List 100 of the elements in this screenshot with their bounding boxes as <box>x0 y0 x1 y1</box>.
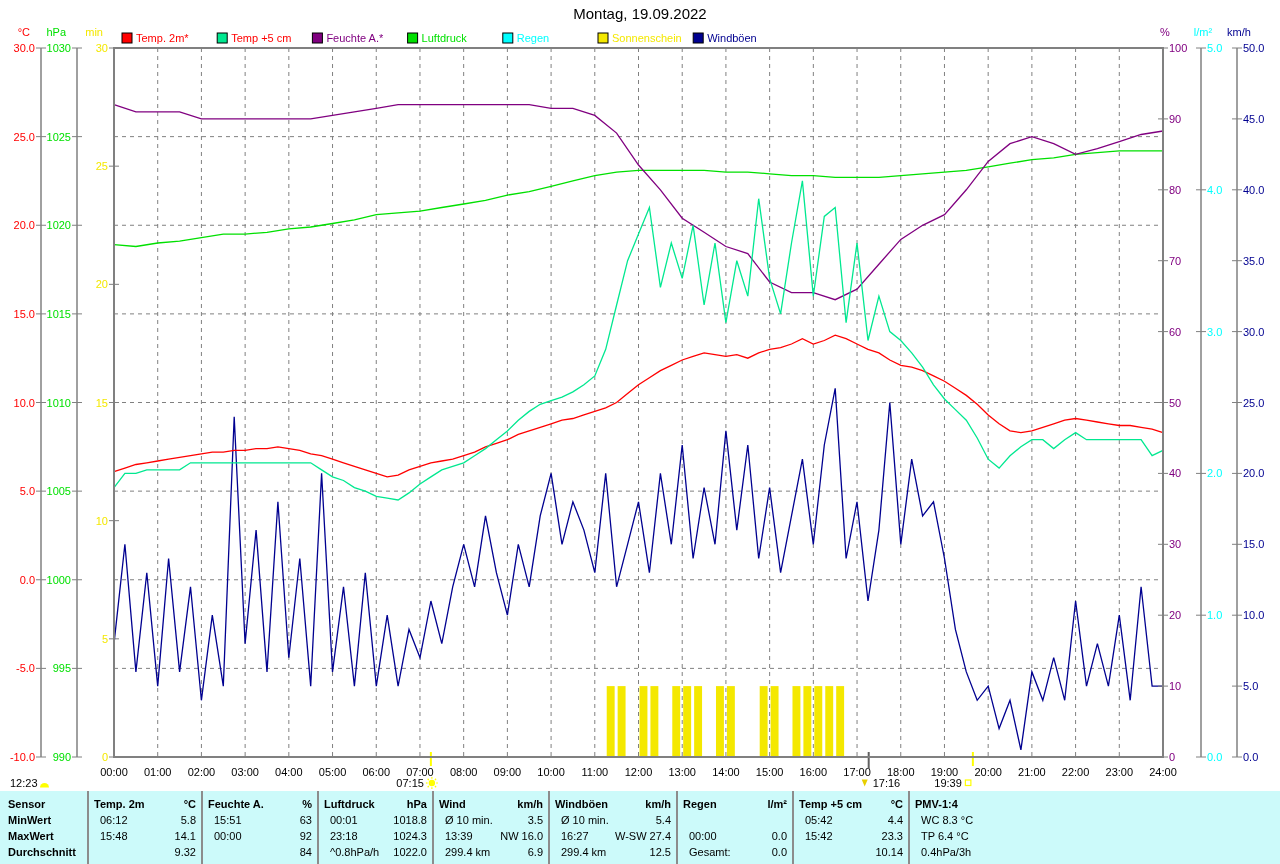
table-cell-text: 6.9 <box>527 845 543 860</box>
axis-tick-label: 5.0 <box>19 485 35 498</box>
axis-tick-label: 60 <box>1169 325 1182 338</box>
axis-tick-label: 50.0 <box>1243 42 1265 54</box>
table-cell-text: 0.0 <box>771 845 787 860</box>
axis-tick-label: 17:00 <box>843 766 871 778</box>
day-length-label: 12:23 <box>10 777 38 789</box>
row-label: Durchschnitt <box>8 845 76 860</box>
row-label: MaxWert <box>8 829 54 844</box>
table-cell-text: 23:18 <box>330 829 358 844</box>
time-label: 17:16 <box>872 777 901 789</box>
axis-tick-label: 100 <box>1169 42 1188 54</box>
axis-tick-label: 40.0 <box>1243 183 1265 196</box>
axis-unit-label: hPa <box>46 28 66 38</box>
axis-tick-label: 80 <box>1169 183 1182 196</box>
table-cell-text: 299.4 km <box>445 845 491 860</box>
table-cell-text: 05:42 <box>805 813 833 828</box>
table-cell-text: 15:48 <box>100 829 128 844</box>
table-cell-text: 10.14 <box>875 845 903 860</box>
table-cell-text: 12.5 <box>649 845 671 860</box>
legend-label: Regen <box>516 32 550 44</box>
unit-label: l/m² <box>767 797 787 812</box>
legend-label: Sonnenschein <box>612 32 682 44</box>
table-cell-text: 4.4 <box>887 813 903 828</box>
table-cell-text: 00:01 <box>330 813 358 828</box>
axis-unit-label: km/h <box>1227 28 1251 38</box>
table-cell-text: 5.4 <box>655 813 671 828</box>
axis-tick-label: 50 <box>1169 396 1182 409</box>
table-cell-text: 84 <box>299 845 312 860</box>
axis-tick-label: 18:00 <box>887 766 915 778</box>
axis-tick-label: 16:00 <box>799 766 828 778</box>
axis-tick-label: 20.0 <box>1243 467 1265 480</box>
table-cell-text: 9.32 <box>174 845 196 860</box>
column-header: Feuchte A. <box>208 797 264 812</box>
unit-label: % <box>302 797 312 812</box>
axis-tick-label: 11:00 <box>581 766 609 778</box>
triangle-down-icon <box>861 779 868 787</box>
column-header: Sensor <box>8 797 46 812</box>
axis-tick-label: 09:00 <box>493 766 522 778</box>
axis-tick-label: 12:00 <box>624 766 653 778</box>
table-cell-text: 00:00 <box>689 829 717 844</box>
table-cell-text: 1022.0 <box>393 845 427 860</box>
axis-unit-label: % <box>1160 28 1170 38</box>
axis-tick-label: 13:00 <box>668 766 696 778</box>
table-cell-text: 1018.8 <box>393 813 427 828</box>
axis-tick-label: -10.0 <box>9 751 35 763</box>
axis-tick-label: 06:00 <box>362 766 390 778</box>
legend-label: Temp. 2m* <box>136 32 189 44</box>
legend-label: Feuchte A.* <box>326 32 384 44</box>
column-header: Windböen <box>555 797 609 812</box>
table-cell-text: 1024.3 <box>393 829 427 844</box>
axis-tick-label: 21:00 <box>1018 766 1046 778</box>
table-cell-text: 16:27 <box>561 829 589 844</box>
axis-tick-label: 1020 <box>46 219 71 232</box>
column-header: Temp +5 cm <box>799 797 863 812</box>
axis-tick-label: 1030 <box>46 42 71 54</box>
axis-tick-label: 5.0 <box>1243 680 1259 693</box>
axis-tick-label: 3.0 <box>1207 325 1223 338</box>
axis-tick-label: 4.0 <box>1207 183 1223 196</box>
column-header: Regen <box>683 797 717 812</box>
axis-tick-label: 1025 <box>46 130 71 143</box>
axis-tick-label: 20.0 <box>13 219 35 232</box>
table-cell-text: W-SW 27.4 <box>614 829 671 844</box>
table-cell-text: 92 <box>299 829 312 844</box>
column-header: Wind <box>439 797 466 812</box>
table-cell-text: 15:51 <box>214 813 242 828</box>
axis-tick-label: 25 <box>95 160 108 173</box>
axis-tick-label: 08:00 <box>449 766 478 778</box>
axis-tick-label: 70 <box>1169 254 1182 267</box>
column-header: Temp. 2m <box>94 797 145 812</box>
unit-label: km/h <box>645 797 671 812</box>
time-label: 19:39 <box>934 777 962 789</box>
axis-tick-label: 20:00 <box>974 766 1002 778</box>
axis-tick-label: 15.0 <box>1243 538 1265 551</box>
axis-tick-label: 0.0 <box>1243 751 1259 763</box>
axis-tick-label: 1015 <box>46 307 71 320</box>
table-cell-text: 3.5 <box>527 813 543 828</box>
axis-tick-label: 1005 <box>46 485 71 498</box>
time-marker <box>971 751 974 767</box>
time-marker <box>429 751 432 767</box>
axis-tick-label: 45.0 <box>1243 112 1265 125</box>
axis-tick-label: 24:00 <box>1149 766 1177 778</box>
time-label: 07:15 <box>396 777 424 789</box>
time-marker <box>867 751 870 770</box>
axis-tick-label: 02:00 <box>187 766 216 778</box>
table-cell-text: 23.3 <box>881 829 903 844</box>
table-cell-text: 0.0 <box>771 829 787 844</box>
axis-tick-label: 5.0 <box>1207 42 1223 54</box>
unit-label: hPa <box>406 797 427 812</box>
axis-tick-label: 23:00 <box>1105 766 1134 778</box>
legend-label: Temp +5 cm <box>231 32 292 44</box>
axis-tick-label: 0.0 <box>1207 751 1223 763</box>
unit-label: km/h <box>517 797 543 812</box>
column-header: Luftdruck <box>324 797 375 812</box>
axis-tick-label: 20 <box>95 278 108 291</box>
table-cell-text: 5.8 <box>180 813 196 828</box>
table-cell-text: TP 6.4 °C <box>921 829 969 844</box>
column-header: PMV-1:4 <box>915 797 958 812</box>
axis-tick-label: 15.0 <box>13 307 35 320</box>
axis-tick-label: 10.0 <box>13 396 35 409</box>
